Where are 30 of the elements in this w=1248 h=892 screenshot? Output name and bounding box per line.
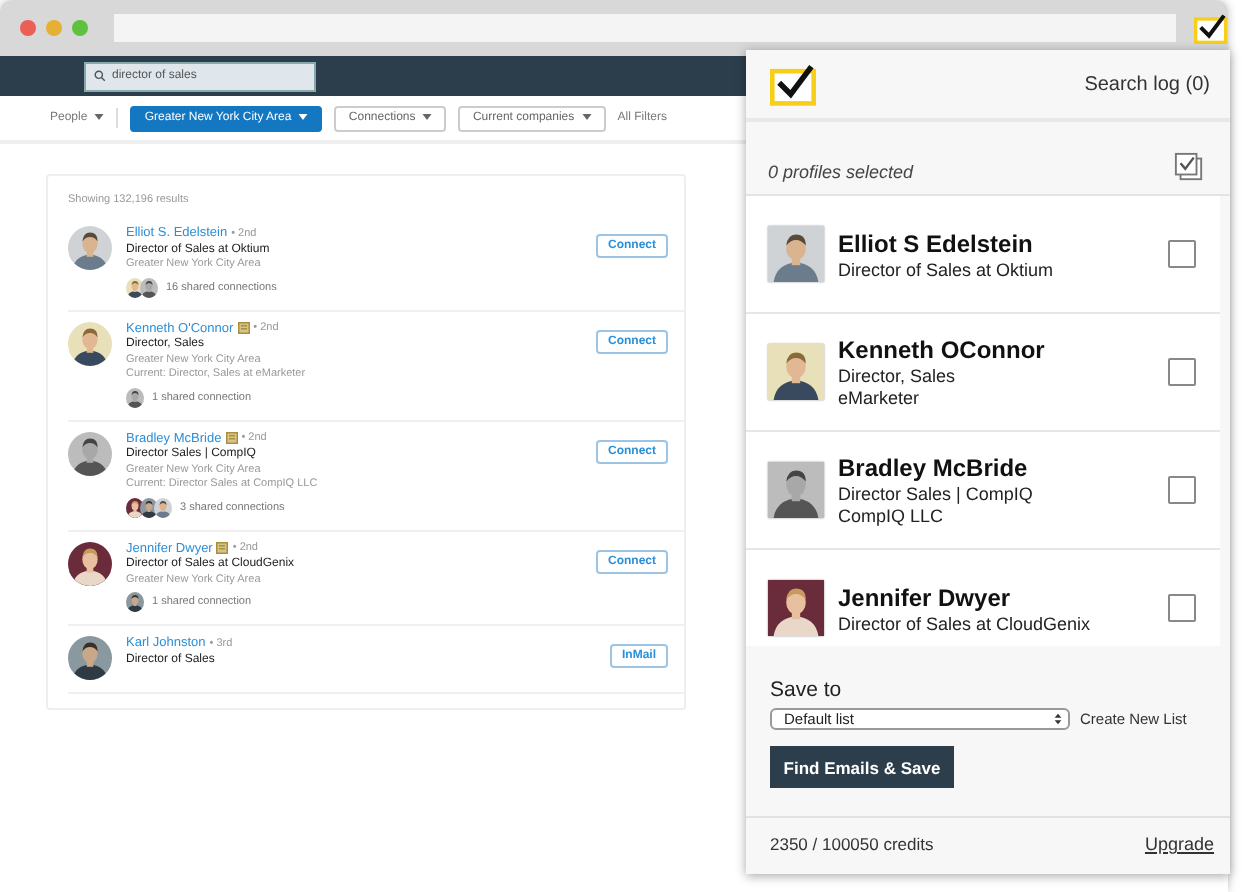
search-log-link[interactable]: Search log (0)	[1084, 73, 1210, 95]
caret-icon	[298, 113, 309, 120]
profile-name: Jennifer Dwyer	[838, 583, 1013, 611]
profile-checkbox[interactable]	[1168, 476, 1196, 504]
updown-arrows-icon	[1054, 712, 1062, 726]
check-logo-icon[interactable]	[1194, 13, 1228, 43]
profile-checkbox[interactable]	[1168, 594, 1196, 622]
caret-icon	[94, 113, 105, 120]
profile-name: Elliot S Edelstein	[838, 229, 1035, 257]
save-to-label: Save to	[770, 678, 844, 702]
selected-count: 0 profiles selected	[768, 162, 914, 182]
profile-detail: Director of Sales at Oktium	[838, 259, 1056, 279]
profile-name: Kenneth OConnor	[838, 336, 1047, 364]
profile-checkbox[interactable]	[1168, 240, 1196, 268]
profile-detail: Director of Sales at CloudGenix	[838, 613, 1093, 633]
caret-icon	[422, 113, 433, 120]
check-logo-icon	[770, 63, 816, 105]
close-window-icon[interactable]	[20, 20, 36, 36]
search-icon	[94, 70, 106, 82]
profile-detail: Director, Sales	[838, 366, 958, 386]
select-all-icon[interactable]	[1174, 152, 1204, 182]
caret-icon	[581, 113, 592, 120]
profile-detail: CompIQ LLC	[838, 506, 946, 526]
credits-count: 2350 / 100050 credits	[770, 834, 934, 854]
profile-detail: Director Sales | CompIQ	[838, 484, 1035, 504]
profile-name: Bradley McBride	[838, 454, 1030, 482]
profile-checkbox[interactable]	[1168, 358, 1196, 386]
find-emails-save-button[interactable]: Find Emails & Save	[770, 746, 954, 788]
upgrade-link[interactable]: Upgrade	[1144, 834, 1214, 854]
profile-detail: eMarketer	[838, 388, 922, 408]
